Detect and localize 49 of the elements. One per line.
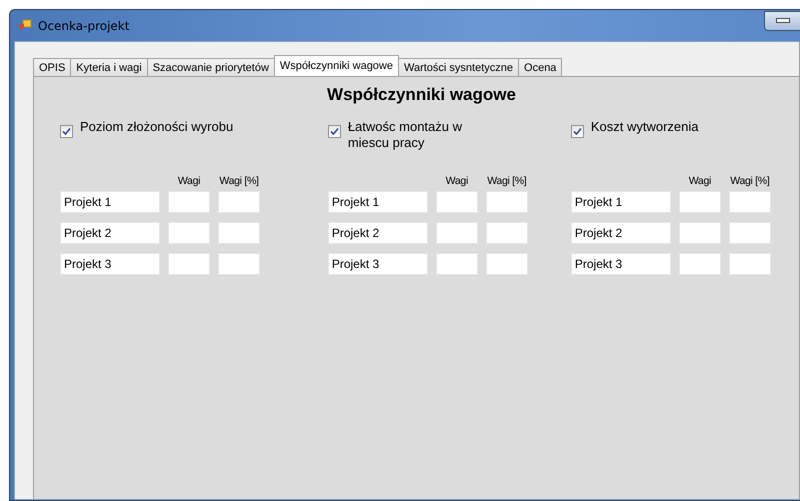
input-field[interactable] (436, 253, 478, 275)
checkbox-label: Koszt wytworzenia (590, 119, 700, 135)
tab[interactable]: OPIS (33, 58, 72, 76)
input-field[interactable] (486, 191, 528, 213)
input-field[interactable] (436, 191, 478, 213)
input-field[interactable] (486, 222, 528, 244)
input-field[interactable] (678, 253, 721, 275)
app-icon (18, 18, 32, 32)
input-field[interactable] (168, 191, 210, 213)
input-field[interactable]: Projekt 2 (570, 222, 671, 244)
tab[interactable]: Kyteria i wagi (70, 58, 148, 76)
input-field[interactable]: Projekt 1 (60, 191, 160, 213)
input-field[interactable] (436, 222, 478, 244)
tab[interactable]: Ocena (518, 58, 562, 76)
checkbox[interactable] (60, 125, 73, 138)
input-field[interactable] (168, 222, 210, 244)
input-field[interactable] (218, 253, 260, 275)
input-field[interactable]: Projekt 3 (60, 253, 160, 275)
column-header: Wagi (176, 175, 202, 187)
column-header: Wagi [%] (486, 175, 528, 187)
tab[interactable]: Szacowanie priorytetów (146, 58, 275, 76)
column-header: Wagi [%] (729, 175, 770, 187)
checkbox-label: Łatwośc montażu w miescu pracy (348, 119, 463, 151)
panel-heading: Współczynniki wagowe (326, 85, 517, 105)
input-field[interactable] (728, 191, 771, 213)
column-header: Wagi (688, 175, 712, 187)
column-header: Wagi (444, 175, 469, 187)
input-field[interactable]: Projekt 1 (570, 191, 671, 213)
input-field[interactable]: Projekt 1 (328, 191, 428, 213)
input-field[interactable]: Projekt 2 (328, 222, 428, 244)
window-title: Ocenka-projekt (38, 18, 130, 32)
input-field[interactable] (218, 191, 260, 213)
input-field[interactable]: Projekt 3 (328, 253, 428, 275)
minimize-button[interactable] (764, 10, 800, 30)
input-field[interactable] (728, 253, 771, 275)
checkbox[interactable] (570, 125, 584, 138)
input-field[interactable] (168, 253, 210, 275)
input-field[interactable] (678, 222, 721, 244)
input-field[interactable] (486, 253, 528, 275)
checkbox-label: Poziom złożoności wyrobu (80, 119, 234, 135)
input-field[interactable] (678, 191, 721, 213)
input-field[interactable]: Projekt 3 (570, 253, 671, 275)
column-header: Wagi [%] (218, 175, 260, 187)
checkbox[interactable] (328, 125, 341, 138)
input-field[interactable] (728, 222, 771, 244)
input-field[interactable] (218, 222, 260, 244)
tab[interactable]: Współczynniki wagowe (274, 55, 399, 76)
tab[interactable]: Wartości sysntetyczne (398, 58, 520, 76)
input-field[interactable]: Projekt 2 (60, 222, 160, 244)
